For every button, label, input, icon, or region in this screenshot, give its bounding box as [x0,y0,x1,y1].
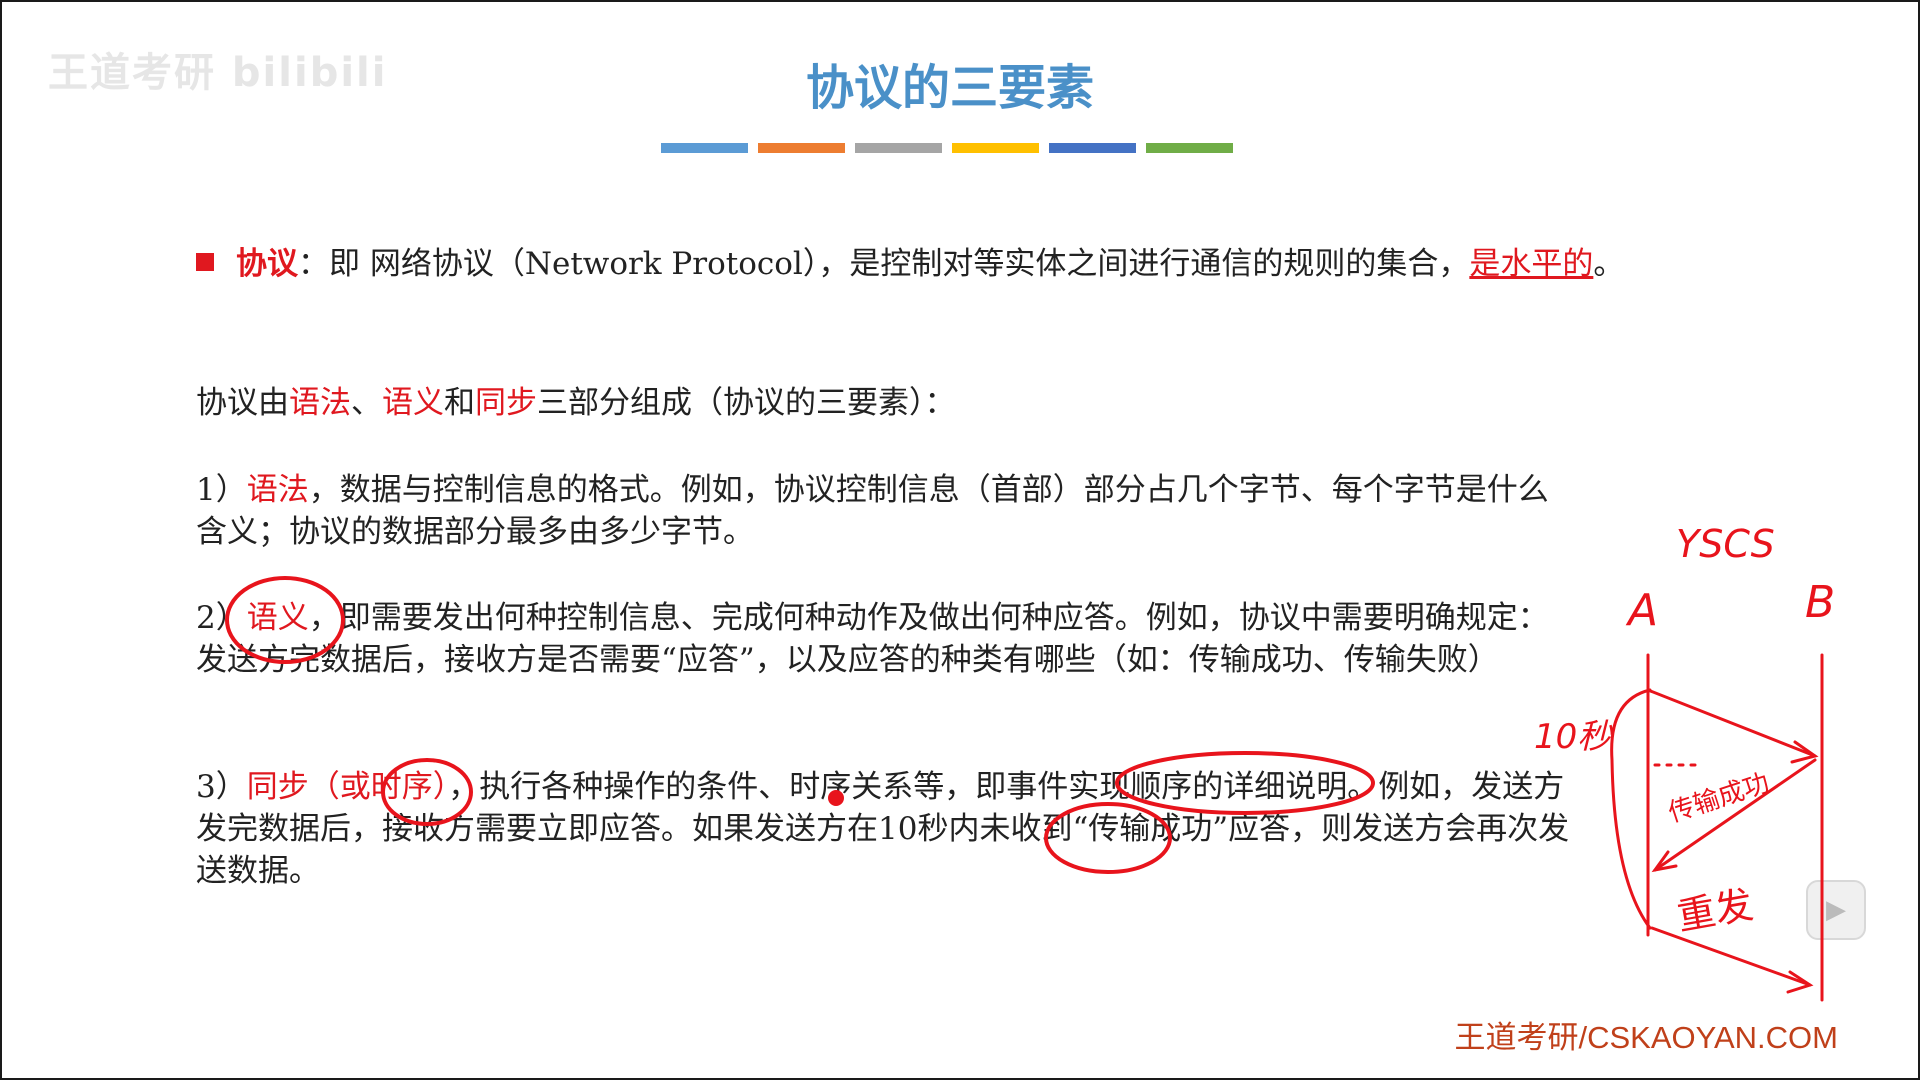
ink-circle-sender [1044,802,1172,874]
ink-timeout-bracket [1610,688,1652,930]
ink-label-yscs: YSCS [1676,522,1775,566]
ink-label-resend: 重发 [1674,882,1757,939]
ink-circle-timing [381,758,473,826]
ink-circle-semantics [225,576,345,664]
ink-label-success: 传输成功 [1665,768,1773,829]
ink-circle-event-order [1115,751,1375,815]
ink-label-a: A [1625,585,1658,636]
ink-label-timeout: 10秒 [1534,717,1613,757]
ink-arrow-send [1646,688,1817,758]
ink-annotations: YSCS A B 10秒 传输成功 重发 [225,522,1835,1002]
ink-dot [828,790,844,806]
ink-label-b: B [1805,577,1835,628]
ink-arrow-resend [1650,926,1812,987]
